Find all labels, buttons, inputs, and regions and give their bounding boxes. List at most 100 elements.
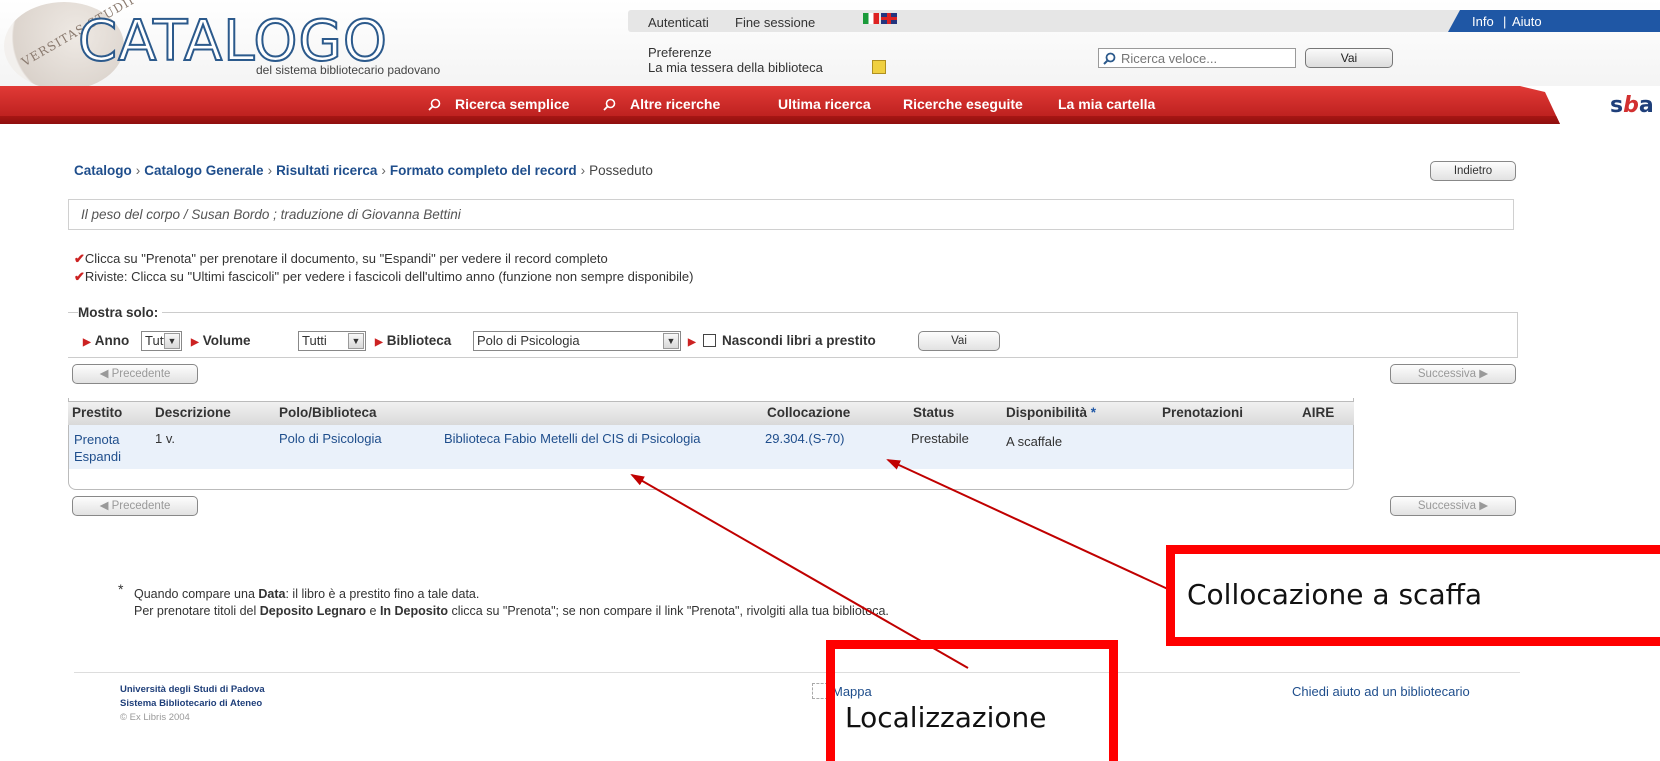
record-title: Il peso del corpo / Susan Bordo ; traduz… (81, 207, 461, 222)
breadcrumb-catalogo[interactable]: Catalogo (74, 163, 132, 178)
col-aire: AIRE (1302, 405, 1335, 420)
col-disponibilita-text: Disponibilità (1006, 405, 1087, 420)
col-polo-biblioteca: Polo/Biblioteca (279, 405, 377, 420)
biblioteca-select[interactable]: Polo di Psicologia ▼ (473, 331, 681, 351)
row-collocazione-link[interactable]: 29.304.(S-70) (765, 431, 845, 446)
footnote-text: clicca su "Prenota"; se non compare il l… (448, 604, 889, 618)
table-row (69, 425, 1353, 469)
footnote-star: * (1090, 405, 1097, 420)
logout-link[interactable]: Fine sessione (735, 15, 815, 30)
biblioteca-label-text: Biblioteca (386, 333, 452, 348)
previous-page-button[interactable]: ◀ Precedente (72, 364, 198, 384)
help-link[interactable]: Aiuto (1512, 14, 1542, 29)
footer-system[interactable]: Sistema Bibliotecario di Ateneo (120, 698, 262, 709)
footer-university[interactable]: Università degli Studi di Padova (120, 684, 265, 695)
volume-select[interactable]: Tutti ▼ (298, 331, 366, 351)
shelf-mark-callout: Collocazione a scaffa (1166, 545, 1660, 646)
check-icon: ✔ (74, 269, 85, 284)
breadcrumb-risultati-ricerca[interactable]: Risultati ricerca (276, 163, 377, 178)
anno-select[interactable]: Tutti ▼ (141, 331, 182, 351)
filter-submit-button[interactable]: Vai (918, 331, 1000, 351)
chevron-down-icon[interactable]: ▼ (164, 333, 180, 349)
search-icon (1103, 52, 1116, 65)
volume-label-text: Volume (202, 333, 251, 348)
next-page-button[interactable]: Successiva ▶ (1390, 364, 1516, 384)
reserve-link[interactable]: Prenota (74, 432, 120, 447)
quick-search-button[interactable]: Vai (1305, 48, 1393, 68)
footer-divider (74, 672, 1520, 673)
footnote-bold: In Deposito (379, 604, 448, 618)
row-polo-link[interactable]: Polo di Psicologia (279, 431, 382, 446)
nav-last-search[interactable]: Ultima ricerca (778, 96, 871, 112)
hint-text: Riviste: Clicca su "Ultimi fascicoli" pe… (84, 269, 694, 284)
catalog-logo-title[interactable]: CATALOGO (77, 13, 388, 71)
nav-my-folder[interactable]: La mia cartella (1058, 96, 1155, 112)
col-status: Status (913, 405, 955, 420)
sba-logo-b: b (1623, 93, 1639, 118)
next-page-button[interactable]: Successiva ▶ (1390, 496, 1516, 516)
breadcrumb-current: Posseduto (589, 163, 653, 178)
triangle-bullet-icon: ▶ (688, 337, 696, 348)
triangle-bullet-icon: ▶ (83, 337, 91, 348)
breadcrumb-separator: › (267, 163, 273, 178)
footnote-star: * (118, 581, 124, 597)
footnote-line-2: Per prenotare titoli del Deposito Legnar… (134, 604, 889, 618)
footnote-text: Quando compare una (134, 587, 259, 601)
info-help-separator: | (1503, 14, 1507, 29)
hint-text: Clicca su "Prenota" per prenotare il doc… (84, 251, 608, 266)
volume-select-value: Tutti (302, 333, 327, 348)
hide-loaned-checkbox[interactable] (703, 334, 716, 347)
library-card-link[interactable]: La mia tessera della biblioteca (648, 60, 823, 75)
breadcrumb-catalogo-generale[interactable]: Catalogo Generale (144, 163, 263, 178)
footer-copyright: © Ex Libris 2004 (120, 712, 190, 723)
row-descrizione: 1 v. (155, 431, 175, 446)
info-link[interactable]: Info (1472, 14, 1494, 29)
italian-flag-icon[interactable] (863, 13, 879, 24)
chevron-down-icon[interactable]: ▼ (348, 333, 364, 349)
preferences-link[interactable]: Preferenze (648, 45, 712, 60)
login-link[interactable]: Autenticati (648, 15, 709, 30)
chevron-down-icon[interactable]: ▼ (663, 333, 679, 349)
search-icon (428, 98, 441, 111)
col-collocazione: Collocazione (767, 405, 851, 420)
sba-logo-s: s (1610, 93, 1624, 118)
quick-search-input[interactable] (1098, 48, 1296, 68)
back-button[interactable]: Indietro (1430, 161, 1516, 181)
breadcrumb-separator: › (580, 163, 586, 178)
breadcrumb-separator: › (135, 163, 141, 178)
hide-loaned-label: Nascondi libri a prestito (722, 333, 876, 348)
nav-previous-searches[interactable]: Ricerche eseguite (903, 96, 1023, 112)
ask-librarian-link[interactable]: Chiedi aiuto ad un bibliotecario (1292, 684, 1470, 699)
location-callout: Localizzazione (826, 640, 1118, 761)
col-prenotazioni: Prenotazioni (1162, 405, 1244, 420)
footnote-text: : il libro è a prestito fino a tale data… (285, 587, 480, 601)
hint-line: ✔Riviste: Clicca su "Ultimi fascicoli" p… (74, 269, 693, 285)
triangle-bullet-icon: ▶ (375, 337, 383, 348)
shelf-mark-callout-text: Collocazione a scaffa (1187, 578, 1483, 611)
row-disponibilita: A scaffale (1006, 434, 1063, 449)
breadcrumb-separator: › (381, 163, 386, 178)
anno-label: ▶ Anno (83, 333, 129, 348)
english-flag-icon[interactable] (881, 13, 897, 24)
expand-link[interactable]: Espandi (74, 449, 121, 464)
info-help-tab: Info | Aiuto (1448, 10, 1660, 32)
volume-label: ▶ Volume (191, 333, 250, 348)
previous-page-button[interactable]: ◀ Precedente (72, 496, 198, 516)
library-card-icon[interactable] (872, 60, 886, 74)
location-callout-text: Localizzazione (845, 701, 1047, 734)
hide-loaned-bullet: ▶ (688, 333, 700, 348)
nav-simple-search[interactable]: Ricerca semplice (455, 96, 569, 112)
row-biblioteca-link[interactable]: Biblioteca Fabio Metelli del CIS di Psic… (444, 431, 701, 446)
sba-logo: sba (1610, 93, 1654, 118)
anno-label-text: Anno (94, 333, 130, 348)
footnote-text: e (366, 604, 380, 618)
col-prestito: Prestito (72, 405, 123, 420)
breadcrumb-formato-completo[interactable]: Formato completo del record (390, 163, 577, 178)
footnote-bold: Data (258, 587, 286, 601)
nav-other-searches[interactable]: Altre ricerche (630, 96, 720, 112)
check-icon: ✔ (74, 251, 85, 266)
col-descrizione: Descrizione (155, 405, 231, 420)
row-status: Prestabile (911, 431, 969, 446)
catalog-logo-subtitle: del sistema bibliotecario padovano (256, 63, 441, 77)
triangle-bullet-icon: ▶ (191, 337, 199, 348)
